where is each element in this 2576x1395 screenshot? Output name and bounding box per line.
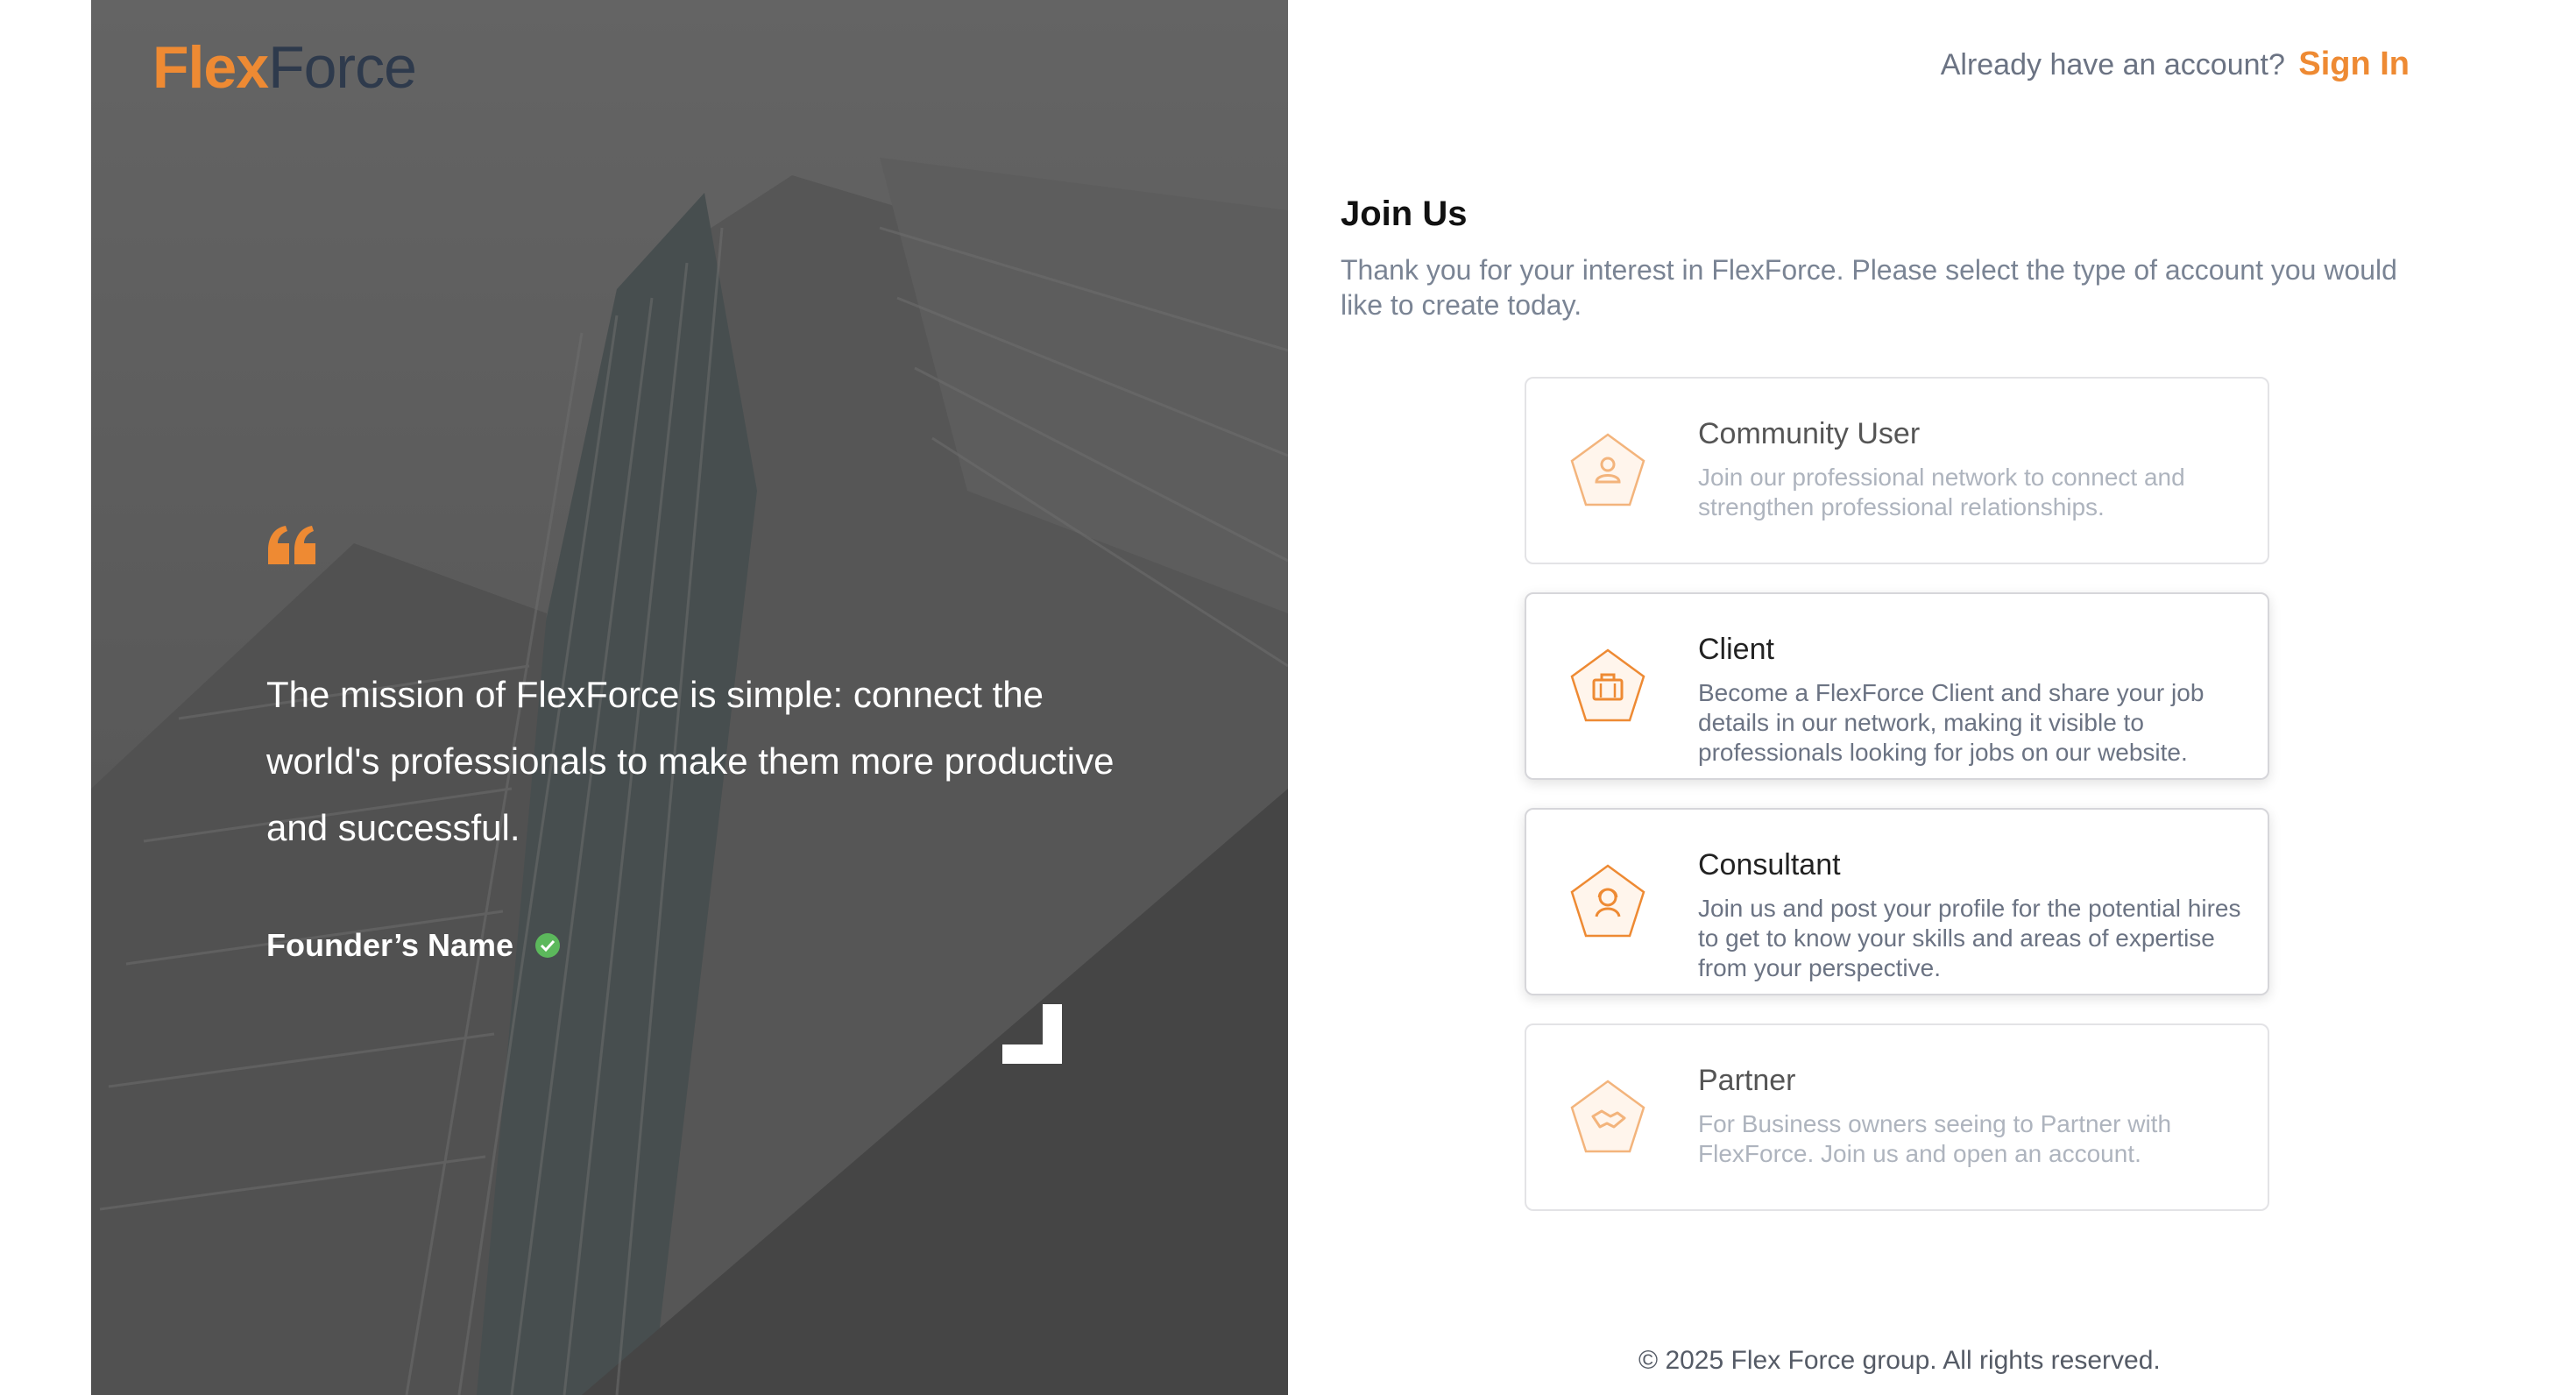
account-card-title: Partner bbox=[1698, 1064, 1796, 1097]
account-card-description: Join our professional network to connect… bbox=[1698, 464, 2185, 520]
user-icon bbox=[1570, 433, 1645, 506]
founder-name: Founder’s Name bbox=[266, 927, 514, 963]
account-card-community-user[interactable]: Community User Join our professional net… bbox=[1525, 377, 2269, 564]
account-card-description: Become a FlexForce Client and share your… bbox=[1698, 679, 2204, 766]
account-card-consultant[interactable]: Consultant Join us and post your profile… bbox=[1525, 808, 2269, 995]
founder-signature: Founder’s Name bbox=[266, 927, 561, 964]
mission-statement: The mission of FlexForce is simple: conn… bbox=[266, 674, 1115, 848]
corner-bracket-icon bbox=[1002, 1004, 1062, 1064]
flexforce-logo[interactable]: FlexForce bbox=[152, 37, 459, 98]
page-subtitle: Thank you for your interest in FlexForce… bbox=[1341, 254, 2397, 321]
account-card-description: For Business owners seeing to Partner wi… bbox=[1698, 1110, 2172, 1167]
signin-prompt: Already have an account? Sign In bbox=[1941, 46, 2410, 83]
hero-panel: FlexForce The mission of FlexForce is si… bbox=[91, 0, 1288, 1395]
account-card-partner[interactable]: Partner For Business owners seeing to Pa… bbox=[1525, 1023, 2269, 1211]
quote-icon bbox=[268, 526, 315, 564]
account-card-title: Consultant bbox=[1698, 848, 1841, 882]
account-card-title: Client bbox=[1698, 633, 1774, 666]
check-circle-icon bbox=[535, 933, 561, 958]
account-card-description: Join us and post your profile for the po… bbox=[1698, 895, 2241, 981]
sign-in-link[interactable]: Sign In bbox=[2298, 46, 2410, 82]
account-card-client[interactable]: Client Become a FlexForce Client and sha… bbox=[1525, 592, 2269, 780]
footer-copyright: © 2025 Flex Force group. All rights rese… bbox=[1638, 1346, 2161, 1375]
page-title: Join Us bbox=[1341, 195, 1468, 233]
account-card-title: Community User bbox=[1698, 417, 1921, 450]
signin-prompt-text: Already have an account? bbox=[1940, 48, 2285, 81]
consultant-icon bbox=[1570, 864, 1645, 938]
handshake-icon bbox=[1570, 1080, 1645, 1153]
account-type-list: Community User Join our professional net… bbox=[1525, 377, 2269, 1239]
briefcase-icon bbox=[1570, 648, 1645, 722]
